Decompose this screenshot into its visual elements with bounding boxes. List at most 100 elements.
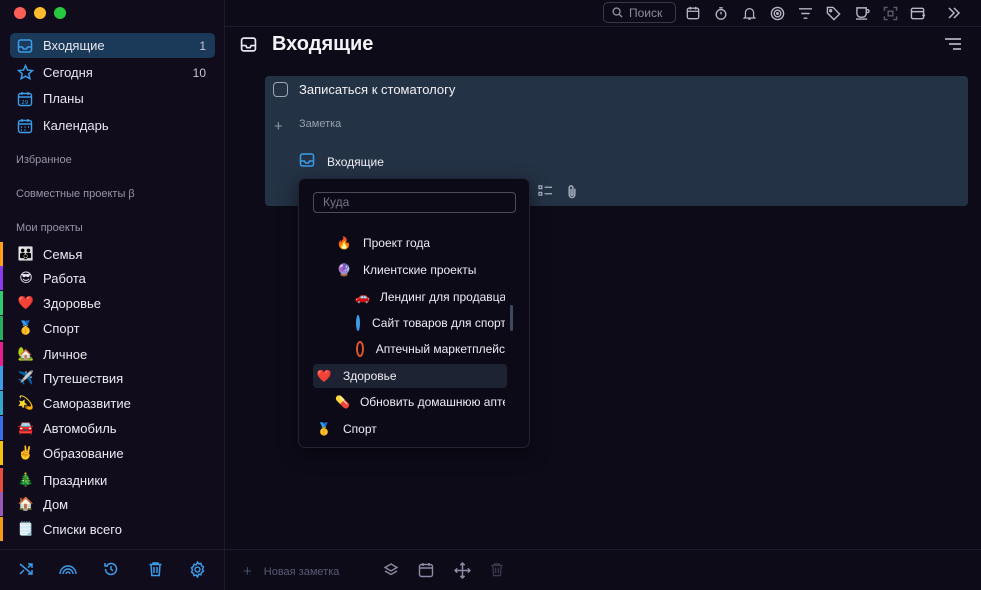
sidebar-project-item[interactable]: 💫 Саморазвитие xyxy=(0,391,224,415)
sidebar-project-item[interactable]: 🗒️ Списки всего xyxy=(0,517,224,541)
tag-icon[interactable] xyxy=(824,4,842,22)
settings-icon[interactable] xyxy=(187,559,207,579)
fire-icon: 🔥 xyxy=(336,236,352,250)
picker-item[interactable]: 🚗 Лендинг для продавца xyxy=(355,285,505,309)
destination-selector[interactable]: Входящие xyxy=(327,155,384,169)
sidebar-project-item[interactable]: 🚘 Автомобиль xyxy=(0,416,224,440)
project-label: Списки всего xyxy=(43,521,122,537)
project-color-bar xyxy=(0,468,3,492)
sidebar-item-today[interactable]: Сегодня 10 xyxy=(10,60,215,85)
window-icon[interactable] xyxy=(909,4,927,22)
sidebar-project-item[interactable]: 👪 Семья xyxy=(0,242,224,266)
note-input[interactable]: Заметка xyxy=(299,118,341,130)
project-emoji-icon: ✈️ xyxy=(17,370,35,386)
sidebar-project-item[interactable]: 🏠 Дом xyxy=(0,492,224,516)
picker-search-input[interactable]: Куда xyxy=(313,192,516,213)
project-color-bar xyxy=(0,441,3,465)
project-emoji-icon: 🗒️ xyxy=(17,521,35,537)
task-checkbox[interactable] xyxy=(273,82,288,97)
picker-item[interactable]: 🔥 Проект года xyxy=(335,231,511,255)
project-color-bar xyxy=(0,291,3,315)
new-note-label: Новая заметка xyxy=(263,565,340,578)
picker-item[interactable]: 🥇 Спорт xyxy=(315,417,505,441)
move-icon[interactable] xyxy=(454,562,472,580)
sidebar-project-item[interactable]: 🏡 Личное xyxy=(0,342,224,366)
calendar-icon[interactable] xyxy=(684,4,702,22)
sidebar-item-label: Календарь xyxy=(43,118,109,133)
focus-icon[interactable] xyxy=(881,4,899,22)
inbox-icon xyxy=(299,152,317,170)
calendar-icon[interactable] xyxy=(418,562,436,580)
project-color-bar xyxy=(0,266,3,290)
attachment-icon[interactable] xyxy=(566,184,582,200)
sidebar-item-calendar[interactable]: Календарь xyxy=(10,113,215,138)
picker-item[interactable]: Аптечный маркетплейс xyxy=(355,337,505,361)
page-title: Входящие xyxy=(272,33,374,55)
project-emoji-icon: 😎 xyxy=(19,270,33,286)
picker-item-label: Аптечный маркетплейс xyxy=(375,342,505,356)
my-projects-section-title[interactable]: Мои проекты xyxy=(16,222,83,234)
project-label: Спорт xyxy=(43,320,80,336)
picker-scrollbar[interactable] xyxy=(510,305,513,331)
sort-icon[interactable] xyxy=(944,37,962,53)
project-color-bar xyxy=(0,366,3,390)
picker-item[interactable]: Сайт товаров для спорта xyxy=(355,311,505,335)
task-title[interactable]: Записаться к стоматологу xyxy=(299,82,455,97)
shuffle-icon[interactable] xyxy=(16,559,36,579)
trash-icon[interactable] xyxy=(490,562,508,580)
sidebar-project-item[interactable]: ✈️ Путешествия xyxy=(0,366,224,390)
shared-projects-section-title[interactable]: Совместные проекты β xyxy=(16,188,135,200)
sidebar-item-label: Сегодня xyxy=(43,65,93,80)
project-color-bar xyxy=(0,316,3,340)
checklist-icon[interactable] xyxy=(538,184,554,200)
sidebar-project-item[interactable]: 😎 Работа xyxy=(0,266,224,290)
close-window-button[interactable] xyxy=(14,7,26,19)
target-icon[interactable] xyxy=(768,4,786,22)
bottom-toolbar: + Новая заметка xyxy=(225,549,981,590)
sidebar-project-item[interactable]: ❤️ Здоровье xyxy=(0,291,224,315)
picker-item[interactable]: 💊 Обновить домашнюю аптечку xyxy=(335,390,505,414)
sidebar-item-count: 1 xyxy=(199,38,206,53)
favorites-section-title[interactable]: Избранное xyxy=(16,154,72,166)
star-icon xyxy=(16,64,34,82)
minimize-window-button[interactable] xyxy=(34,7,46,19)
chevrons-right-icon[interactable] xyxy=(945,4,963,22)
bell-icon[interactable] xyxy=(740,4,758,22)
trash-icon[interactable] xyxy=(145,559,165,579)
search-field[interactable]: Поиск xyxy=(603,2,676,23)
window-controls xyxy=(14,7,66,19)
heart-icon: ❤️ xyxy=(316,369,332,383)
sidebar-item-inbox[interactable]: Входящие 1 xyxy=(10,33,215,58)
picker-item-label: Клиентские проекты xyxy=(363,263,477,277)
svg-text:29: 29 xyxy=(21,100,28,106)
picker-item-selected[interactable]: ❤️ Здоровье xyxy=(313,364,507,388)
picker-item-label: Здоровье xyxy=(343,369,397,383)
picker-item-label: Лендинг для продавца xyxy=(379,290,505,304)
sidebar: Входящие 1 Сегодня 10 29 Планы Календарь… xyxy=(0,0,225,590)
sidebar-bottom-toolbar xyxy=(0,549,225,590)
sidebar-project-item[interactable]: 🥇 Спорт xyxy=(0,316,224,340)
picker-item-label: Спорт xyxy=(343,422,377,436)
sidebar-item-plans[interactable]: 29 Планы xyxy=(10,86,215,111)
plus-icon[interactable]: + xyxy=(274,118,283,135)
project-emoji-icon: 🥇 xyxy=(17,320,35,336)
rainbow-icon[interactable] xyxy=(58,559,78,579)
sidebar-item-count: 10 xyxy=(192,65,206,80)
filter-icon[interactable] xyxy=(796,4,814,22)
cup-icon[interactable] xyxy=(853,4,871,22)
circle-icon xyxy=(356,341,364,357)
calendar-date-icon: 29 xyxy=(16,90,34,108)
zoom-window-button[interactable] xyxy=(54,7,66,19)
project-color-bar xyxy=(0,342,3,366)
timer-icon[interactable] xyxy=(712,4,730,22)
new-note-button[interactable]: + Новая заметка xyxy=(243,563,339,580)
pill-icon: 💊 xyxy=(335,395,350,409)
history-icon[interactable] xyxy=(101,559,121,579)
inbox-icon xyxy=(240,36,258,54)
project-label: Дом xyxy=(43,496,69,512)
picker-item[interactable]: 🔮 Клиентские проекты xyxy=(335,258,511,282)
sidebar-project-item[interactable]: 🎄 Праздники xyxy=(0,468,224,492)
sidebar-project-item[interactable]: ✌️ Образование xyxy=(0,441,224,465)
layers-icon[interactable] xyxy=(383,562,401,580)
project-picker-dropdown: Куда 🔥 Проект года 🔮 Клиентские проекты … xyxy=(298,178,530,448)
